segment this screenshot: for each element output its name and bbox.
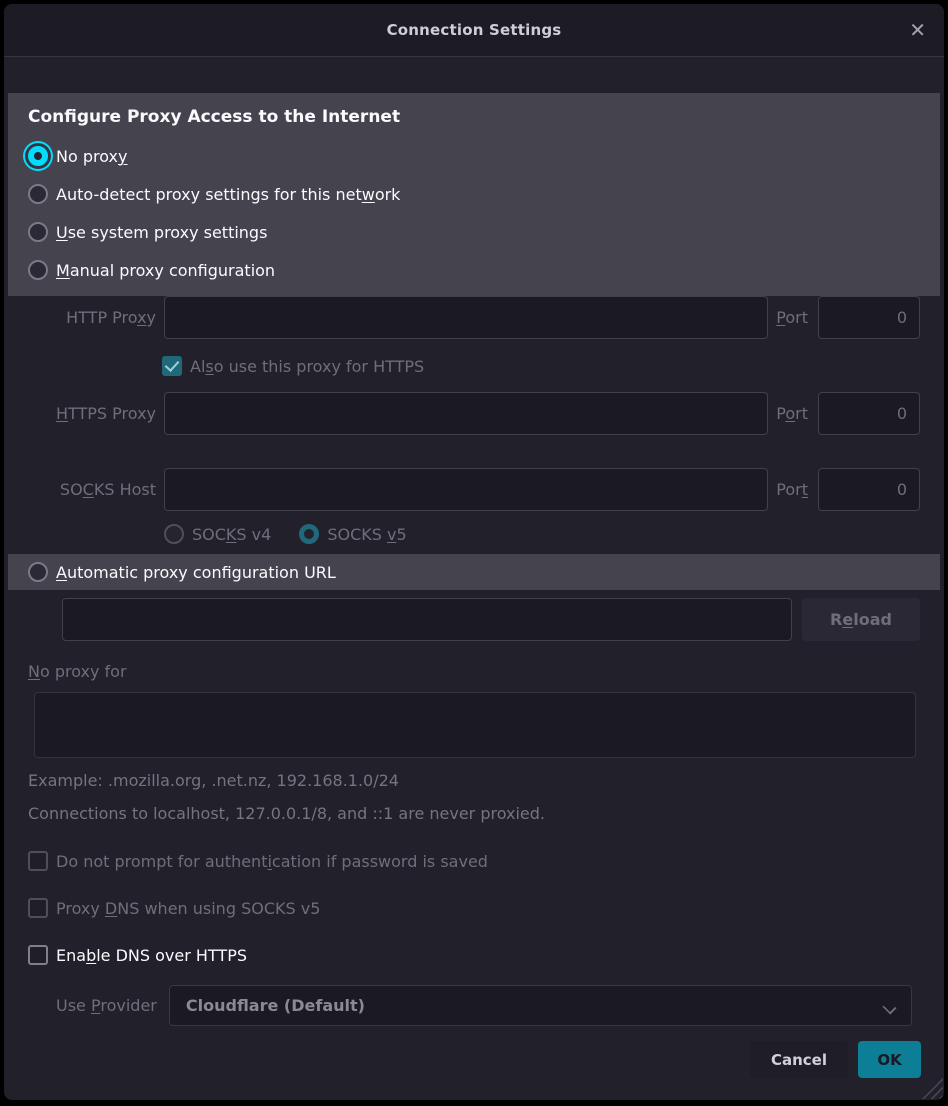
dialog-title: Connection Settings bbox=[387, 21, 562, 39]
radio-icon[interactable] bbox=[164, 524, 184, 544]
close-icon[interactable]: ✕ bbox=[909, 20, 926, 40]
chevron-down-icon bbox=[883, 1000, 895, 1012]
reload-button[interactable]: Reload bbox=[802, 598, 920, 641]
panel-heading: Configure Proxy Access to the Internet bbox=[28, 105, 940, 129]
radio-label: Use system proxy settings bbox=[56, 223, 267, 242]
provider-selected-value: Cloudflare (Default) bbox=[186, 996, 365, 1015]
dialog-content: Configure Proxy Access to the Internet N… bbox=[4, 93, 944, 1078]
checkbox-label: Do not prompt for authentication if pass… bbox=[56, 852, 488, 871]
http-proxy-label: HTTP Proxy bbox=[4, 308, 156, 327]
radio-option-no-proxy[interactable]: No proxy bbox=[8, 137, 940, 175]
https-proxy-input[interactable] bbox=[164, 392, 768, 435]
socks-host-label: SOCKS Host bbox=[4, 480, 156, 499]
also-use-https-row[interactable]: Also use this proxy for HTTPS bbox=[162, 356, 944, 376]
http-proxy-input[interactable] bbox=[164, 296, 768, 339]
https-port-label: Port bbox=[776, 404, 808, 423]
https-port-input[interactable] bbox=[818, 392, 920, 435]
auto-config-url-row: Reload bbox=[62, 598, 920, 641]
radio-label: Manual proxy configuration bbox=[56, 261, 275, 280]
dialog-titlebar: Connection Settings ✕ bbox=[4, 4, 944, 57]
auto-config-url-input[interactable] bbox=[62, 598, 792, 641]
radio-icon[interactable] bbox=[28, 260, 48, 280]
socks-host-row: SOCKS Host Port bbox=[4, 468, 920, 511]
example-help-text: Example: .mozilla.org, .net.nz, 192.168.… bbox=[28, 771, 944, 790]
radio-option-auto-config-url[interactable]: Automatic proxy configuration URL bbox=[8, 554, 940, 590]
radio-icon[interactable] bbox=[28, 146, 48, 166]
checkbox-icon[interactable] bbox=[28, 945, 48, 965]
checkbox-label: Enable DNS over HTTPS bbox=[56, 946, 247, 965]
radio-label: Auto-detect proxy settings for this netw… bbox=[56, 185, 400, 204]
checkbox-icon[interactable] bbox=[28, 851, 48, 871]
radio-option-manual-proxy[interactable]: Manual proxy configuration bbox=[8, 251, 940, 289]
cancel-button[interactable]: Cancel bbox=[750, 1041, 848, 1078]
radio-icon[interactable] bbox=[28, 562, 48, 582]
socks-version-row: SOCKS v4 SOCKS v5 bbox=[164, 524, 944, 544]
checkbox-label: Also use this proxy for HTTPS bbox=[190, 357, 424, 376]
radio-option-system-proxy[interactable]: Use system proxy settings bbox=[8, 213, 940, 251]
resize-grip[interactable] bbox=[921, 1077, 943, 1099]
localhost-help-text: Connections to localhost, 127.0.0.1/8, a… bbox=[28, 804, 944, 823]
ok-button[interactable]: OK bbox=[858, 1041, 921, 1078]
doh-provider-row: Use Provider Cloudflare (Default) bbox=[56, 985, 912, 1026]
checkbox-proxy-dns-socks5[interactable]: Proxy DNS when using SOCKS v5 bbox=[28, 898, 944, 918]
radio-icon[interactable] bbox=[299, 524, 319, 544]
https-proxy-label: HTTPS Proxy bbox=[4, 404, 156, 423]
use-provider-label: Use Provider bbox=[56, 996, 157, 1015]
proxy-mode-panel: Configure Proxy Access to the Internet N… bbox=[8, 93, 940, 296]
checkbox-icon[interactable] bbox=[162, 356, 182, 376]
radio-icon[interactable] bbox=[28, 184, 48, 204]
http-proxy-row: HTTP Proxy Port bbox=[4, 296, 920, 339]
radio-option-socks-v5[interactable]: SOCKS v5 bbox=[299, 524, 406, 544]
socks-port-input[interactable] bbox=[818, 468, 920, 511]
radio-icon[interactable] bbox=[28, 222, 48, 242]
radio-label: SOCKS v4 bbox=[192, 525, 271, 544]
radio-option-socks-v4[interactable]: SOCKS v4 bbox=[164, 524, 271, 544]
http-port-input[interactable] bbox=[818, 296, 920, 339]
dialog-footer: Cancel OK bbox=[4, 1041, 921, 1078]
radio-option-auto-detect[interactable]: Auto-detect proxy settings for this netw… bbox=[8, 175, 940, 213]
socks-host-input[interactable] bbox=[164, 468, 768, 511]
checkbox-no-prompt-auth[interactable]: Do not prompt for authentication if pass… bbox=[28, 851, 944, 871]
socks-port-label: Port bbox=[776, 480, 808, 499]
connection-settings-dialog: Connection Settings ✕ Configure Proxy Ac… bbox=[4, 4, 944, 1100]
radio-label: SOCKS v5 bbox=[327, 525, 406, 544]
no-proxy-for-label: No proxy for bbox=[28, 662, 944, 682]
radio-label: No proxy bbox=[56, 147, 127, 166]
checkbox-enable-doh[interactable]: Enable DNS over HTTPS bbox=[28, 945, 944, 965]
radio-label: Automatic proxy configuration URL bbox=[56, 563, 336, 582]
checkbox-label: Proxy DNS when using SOCKS v5 bbox=[56, 899, 320, 918]
no-proxy-for-textarea[interactable] bbox=[34, 692, 916, 758]
https-proxy-row: HTTPS Proxy Port bbox=[4, 392, 920, 435]
provider-dropdown[interactable]: Cloudflare (Default) bbox=[169, 985, 912, 1026]
http-port-label: Port bbox=[776, 308, 808, 327]
checkbox-icon[interactable] bbox=[28, 898, 48, 918]
